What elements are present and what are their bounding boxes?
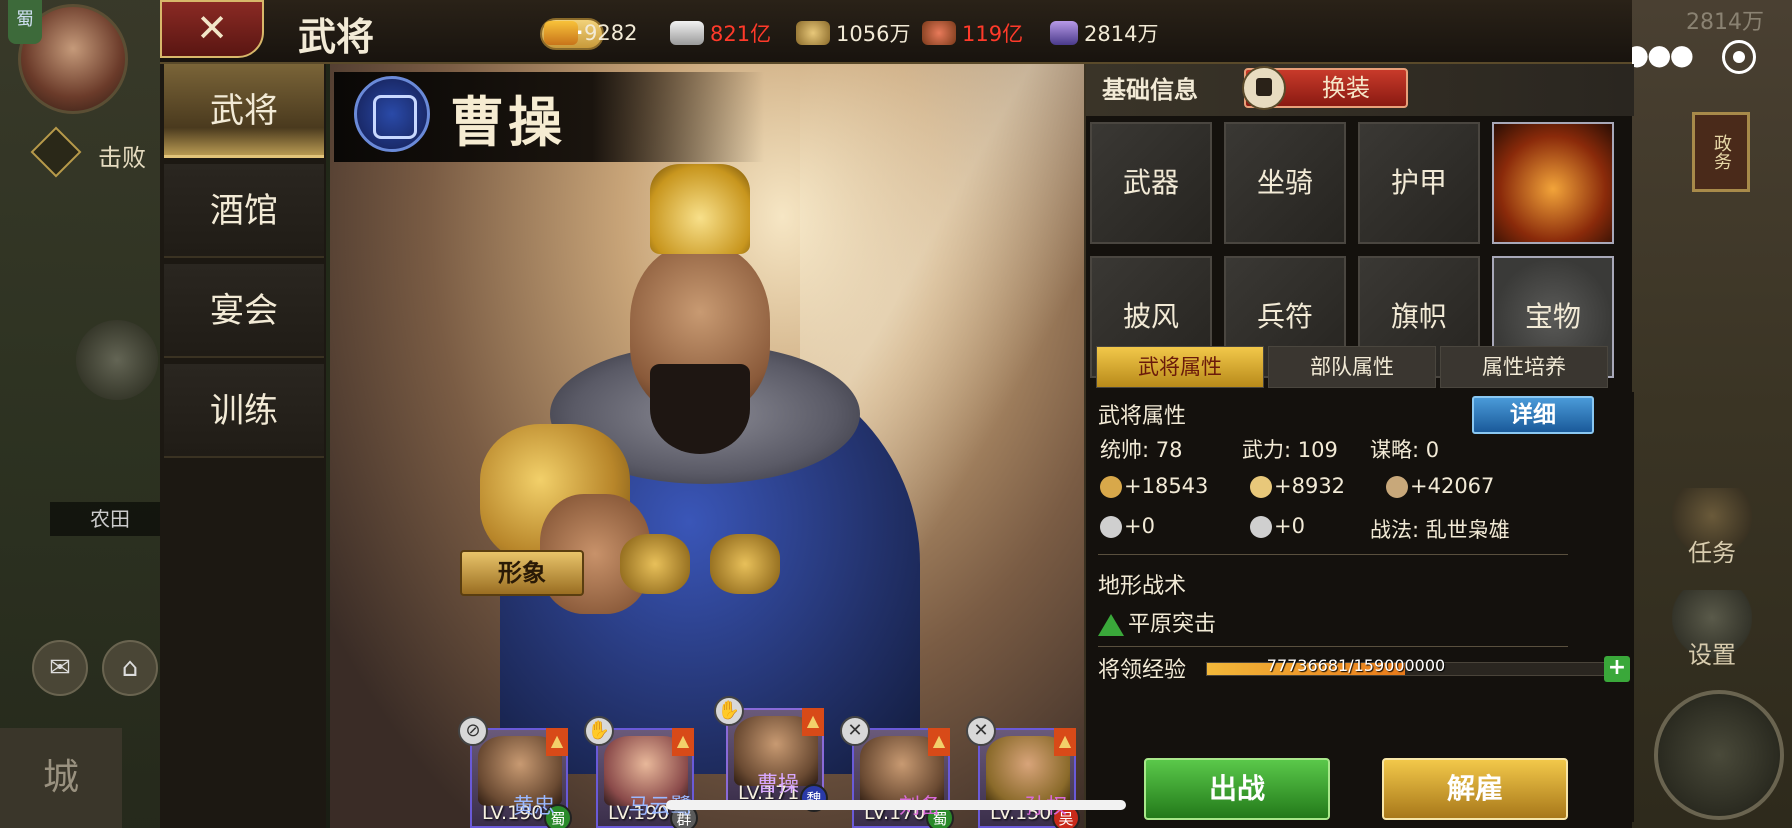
quest-button[interactable]: 任务	[1672, 488, 1752, 568]
swap-equipment-button[interactable]: 换装	[1242, 66, 1408, 110]
stat-troops: +42067	[1386, 474, 1494, 498]
close-button[interactable]: ✕	[160, 0, 264, 58]
sword-icon	[1100, 476, 1122, 498]
plains-icon	[1098, 614, 1124, 636]
resource-value: 119亿	[962, 22, 1024, 46]
settings-button[interactable]: 设置	[1672, 590, 1752, 670]
hero-portrait-area: 曹操 形象 ⊘ ▲ LV.190 蜀 ✋ ▲ LV.190 群 ✋ ▲ LV.1…	[330, 64, 1084, 828]
stat-strategy: 谋略: 0	[1370, 438, 1440, 462]
nav-item-training[interactable]: 训练	[164, 364, 324, 458]
target-icon[interactable]	[1722, 40, 1756, 74]
nav-item-tavern[interactable]: 酒馆	[164, 164, 324, 258]
resource-value: 9282	[584, 21, 638, 45]
stat-force: 武力: 109	[1242, 438, 1338, 462]
shield-icon	[1250, 476, 1272, 498]
stat-attack: +18543	[1100, 474, 1208, 498]
crossed-swords-icon	[1100, 516, 1122, 538]
window-title: 武将	[298, 15, 375, 59]
resource-grain: 1056万	[796, 16, 910, 50]
bag-icon[interactable]: ⌂	[102, 640, 158, 696]
mail-icon[interactable]: ✉	[32, 640, 88, 696]
left-task-label: 击败	[98, 144, 146, 172]
rank-tag-icon: ▲	[672, 728, 694, 756]
stat-tactic: 战法: 乱世枭雄	[1370, 518, 1510, 542]
dismiss-button[interactable]: 解雇	[1382, 758, 1568, 820]
stats-title: 武将属性	[1098, 404, 1187, 429]
slot-mount[interactable]: 坐骑	[1224, 122, 1346, 244]
city-button[interactable]: 城	[0, 728, 122, 828]
slot-armor[interactable]: 护甲	[1358, 122, 1480, 244]
divider	[1098, 554, 1568, 555]
hero-name: 曹操	[450, 91, 566, 154]
nav-item-banquet[interactable]: 宴会	[164, 264, 324, 358]
tab-general-attributes[interactable]: 武将属性	[1096, 346, 1264, 388]
info-panel: 基础信息 换装 武器 坐骑 护甲 披风 兵符 旗帜 宝物 武将属性 部队属性 属…	[1084, 64, 1634, 828]
slot-seal[interactable]	[1492, 122, 1614, 244]
slot-weapon[interactable]: 武器	[1090, 122, 1212, 244]
terrain-title: 地形战术	[1098, 574, 1187, 599]
crystal-icon	[1050, 21, 1078, 45]
top-bar: ✕ 武将 + 9282 821亿 1056万 119亿 2814万	[160, 0, 1632, 64]
roster-name: 曹操	[757, 772, 799, 796]
left-task-tracker[interactable]: 击败	[30, 126, 162, 178]
bow-skill-icon: ⊘	[458, 716, 488, 746]
government-button[interactable]: 政务	[1692, 112, 1750, 192]
left-hud-background	[0, 0, 170, 828]
panel-title: 基础信息	[1102, 76, 1198, 104]
sword-skill-icon: ✕	[966, 716, 996, 746]
roster-name: 黄忠	[513, 794, 555, 818]
fan-skill-icon: ✋	[714, 696, 744, 726]
appearance-button[interactable]: 形象	[460, 550, 584, 596]
armor-icon	[1242, 66, 1286, 110]
divider	[1098, 646, 1568, 647]
fan-skill-icon: ✋	[584, 716, 614, 746]
coin-pouch-icon	[922, 21, 956, 45]
rank-tag-icon: ▲	[546, 728, 568, 756]
detail-button[interactable]: 详细	[1472, 396, 1594, 434]
armor-shield-icon	[1250, 516, 1272, 538]
resource-gold: 9282	[544, 16, 637, 50]
resource-value: 821亿	[710, 22, 772, 46]
terrain-skill: 平原突击	[1098, 606, 1216, 638]
resource-value: 2814万	[1084, 22, 1159, 46]
rank-tag-icon: ▲	[928, 728, 950, 756]
sword-skill-icon: ✕	[840, 716, 870, 746]
soldier-icon	[1386, 476, 1408, 498]
panel-header: 基础信息 换装	[1086, 64, 1634, 116]
deploy-button[interactable]: 出战	[1144, 758, 1330, 820]
add-exp-button[interactable]: +	[1604, 656, 1630, 682]
stat-bonus-b: +0	[1250, 514, 1305, 538]
resource-value: 1056万	[836, 22, 911, 46]
side-nav: 武将 酒馆 宴会 训练	[160, 64, 326, 828]
wei-emblem-icon	[354, 76, 430, 152]
stat-command: 统帅: 78	[1100, 438, 1183, 462]
gold-ingot-icon	[544, 21, 578, 45]
joystick-icon[interactable]	[1654, 690, 1784, 820]
hero-name-banner: 曹操	[334, 72, 764, 162]
farm-label: 农田	[50, 502, 170, 536]
home-indicator[interactable]	[666, 800, 1126, 810]
tab-attribute-training[interactable]: 属性培养	[1440, 346, 1608, 388]
resource-crystal: 2814万	[1050, 16, 1158, 50]
nation-flag: 蜀	[8, 0, 42, 44]
tab-troop-attributes[interactable]: 部队属性	[1268, 346, 1436, 388]
rank-tag-icon: ▲	[1054, 728, 1076, 756]
stat-defense: +8932	[1250, 474, 1345, 498]
grain-icon	[796, 21, 830, 45]
stat-bonus-a: +0	[1100, 514, 1155, 538]
right-resource-value: 2814万	[1686, 10, 1764, 35]
exp-value: 77736681/159000000	[1266, 656, 1446, 675]
more-dots-icon[interactable]: ●●●	[1625, 38, 1694, 71]
resource-coin: 119亿	[922, 16, 1023, 50]
rank-tag-icon: ▲	[802, 708, 824, 736]
exp-label: 将领经验	[1098, 658, 1187, 683]
task-icon	[30, 126, 82, 178]
resource-silver: 821亿	[670, 16, 771, 50]
general-window: ✕ 武将 + 9282 821亿 1056万 119亿 2814万 武将 酒馆 …	[160, 0, 1634, 828]
silver-ingot-icon	[670, 21, 704, 45]
helmet-icon[interactable]	[76, 320, 158, 400]
nav-item-general[interactable]: 武将	[164, 64, 324, 158]
